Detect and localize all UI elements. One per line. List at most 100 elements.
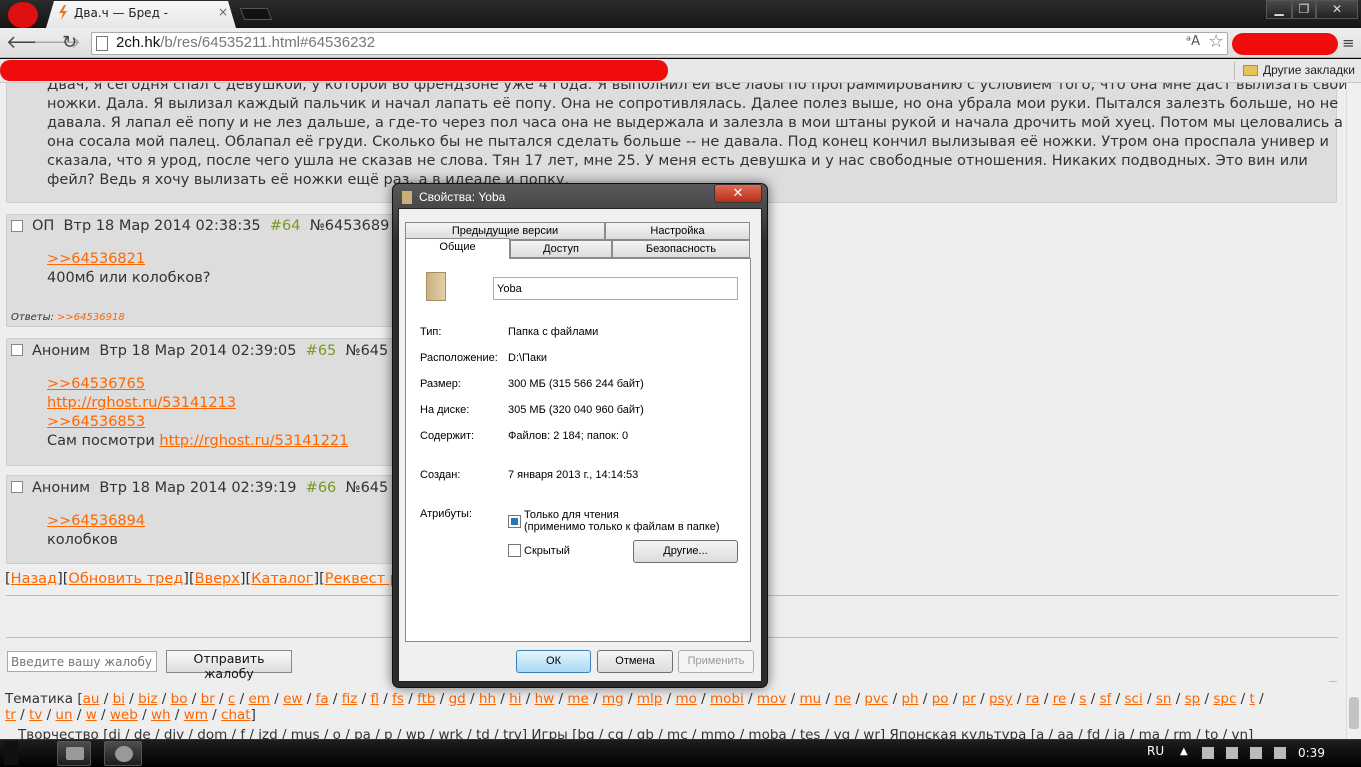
page-scrollbar[interactable] [1346,83,1361,739]
send-complaint-button[interactable]: Отправить жалобу [166,650,292,681]
board-link-tr[interactable]: tr [5,707,16,723]
tab-customize[interactable]: Настройка [605,222,750,240]
board-link-bi[interactable]: bi [113,691,125,707]
board-link-web[interactable]: web [110,707,138,723]
reply-link[interactable]: >>64536821 [47,251,145,267]
board-link-s[interactable]: s [1079,691,1086,707]
language-indicator[interactable]: RU [1147,744,1164,758]
nav-back-link[interactable]: Назад [11,571,57,587]
board-link-pr[interactable]: pr [962,691,976,707]
taskbar-chrome[interactable] [104,741,142,766]
board-link-un[interactable]: un [55,707,72,723]
ok-button[interactable]: ОК [516,650,591,673]
post-id[interactable]: №6453689 [310,218,390,234]
tab-general[interactable]: Общие [405,238,510,259]
board-link-mu[interactable]: mu [799,691,821,707]
board-link-sci[interactable]: sci [1125,691,1143,707]
minimize-button[interactable]: ▁ [1266,0,1292,19]
boards-line-creative[interactable]: Творчество [di / de / diy / dom / f / iz… [18,727,1253,739]
board-link-gd[interactable]: gd [449,691,466,707]
board-link-sf[interactable]: sf [1100,691,1112,707]
board-link-spc[interactable]: spc [1213,691,1236,707]
board-link-au[interactable]: au [83,691,100,707]
reload-icon[interactable]: ↻ [62,34,77,52]
board-link-mlp[interactable]: mlp [637,691,662,707]
nav-refresh-link[interactable]: Обновить тред [68,571,183,587]
board-link-ftb[interactable]: ftb [417,691,435,707]
board-link-em[interactable]: em [248,691,269,707]
post-checkbox[interactable] [11,481,23,493]
boards-list[interactable]: au / bi / biz / bo / br / c / em / ew / … [83,691,1255,707]
maximize-button[interactable]: ❐ [1292,0,1316,19]
nav-catalog-link[interactable]: Каталог [251,571,313,587]
post-id[interactable]: №645 [346,480,389,496]
board-link-tv[interactable]: tv [29,707,42,723]
board-link-fa[interactable]: fa [316,691,329,707]
board-link-br[interactable]: br [201,691,215,707]
replies-link[interactable]: >>64536918 [57,312,125,323]
board-link-bo[interactable]: bo [171,691,188,707]
tray-app-icon[interactable] [1202,747,1214,759]
board-link-sp[interactable]: sp [1185,691,1201,707]
board-link-po[interactable]: po [932,691,949,707]
complaint-input[interactable] [7,651,157,672]
menu-icon[interactable]: ≡ [1342,34,1355,52]
cancel-button[interactable]: Отмена [597,650,673,673]
folder-name-field[interactable] [493,277,738,300]
new-tab-button[interactable] [239,8,273,20]
external-link[interactable]: http://rghost.ru/53141221 [159,433,348,449]
board-link-fl[interactable]: fl [370,691,379,707]
network-icon[interactable] [1226,747,1238,759]
board-link-biz[interactable]: biz [138,691,157,707]
board-link-ne[interactable]: ne [834,691,851,707]
start-button[interactable] [4,741,18,765]
reply-link[interactable]: >>64536853 [47,414,145,430]
translate-icon[interactable]: ᵃA [1186,34,1200,49]
board-link-mo[interactable]: mo [675,691,696,707]
board-link-mg[interactable]: mg [602,691,624,707]
chrome-logo-icon[interactable] [8,2,38,28]
reply-link[interactable]: >>64536765 [47,376,145,392]
board-link-chat[interactable]: chat [221,707,251,723]
close-window-button[interactable]: ✕ [1316,0,1358,19]
board-link-w[interactable]: w [86,707,97,723]
board-link-fs[interactable]: fs [392,691,404,707]
url-text[interactable]: 2ch.hk/b/res/64535211.html#64536232 [116,34,375,51]
board-link-mov[interactable]: mov [757,691,786,707]
hidden-checkbox[interactable] [508,544,521,557]
nav-top-link[interactable]: Вверх [195,571,240,587]
external-link[interactable]: http://rghost.ru/53141213 [47,395,236,411]
board-link-sn[interactable]: sn [1156,691,1172,707]
folder-icon[interactable] [1243,65,1258,76]
tab-security[interactable]: Безопасность [612,240,750,258]
post-checkbox[interactable] [11,220,23,232]
board-link-re[interactable]: re [1053,691,1067,707]
volume-icon[interactable] [1250,747,1262,759]
other-bookmarks[interactable]: Другие закладки [1263,63,1355,77]
tab-sharing[interactable]: Доступ [510,240,612,258]
board-link-mobi[interactable]: mobi [710,691,744,707]
board-link-ph[interactable]: ph [901,691,918,707]
board-link-c[interactable]: c [228,691,235,707]
taskbar-explorer[interactable] [57,741,91,766]
apply-button[interactable]: Применить [678,650,754,673]
board-link-ra[interactable]: ra [1026,691,1040,707]
post-id[interactable]: №645 [346,343,389,359]
star-icon[interactable]: ☆ [1208,31,1224,52]
board-link-pvc[interactable]: pvc [864,691,888,707]
tab-close-icon[interactable]: × [218,5,228,19]
board-link-hh[interactable]: hh [479,691,496,707]
advanced-attributes-button[interactable]: Другие... [633,540,738,563]
reply-link[interactable]: >>64536894 [47,513,145,529]
board-link-wh[interactable]: wh [151,707,171,723]
scrollbar-thumb[interactable] [1349,697,1359,729]
board-link-hi[interactable]: hi [509,691,521,707]
board-link-me[interactable]: me [567,691,588,707]
dialog-close-button[interactable]: ✕ [714,184,762,203]
tray-expand-icon[interactable]: ▲ [1180,746,1188,757]
board-link-psy[interactable]: psy [989,691,1013,707]
action-center-icon[interactable] [1274,747,1286,759]
board-link-wm[interactable]: wm [184,707,208,723]
clock[interactable]: 0:39 [1298,746,1325,760]
board-link-ew[interactable]: ew [283,691,302,707]
